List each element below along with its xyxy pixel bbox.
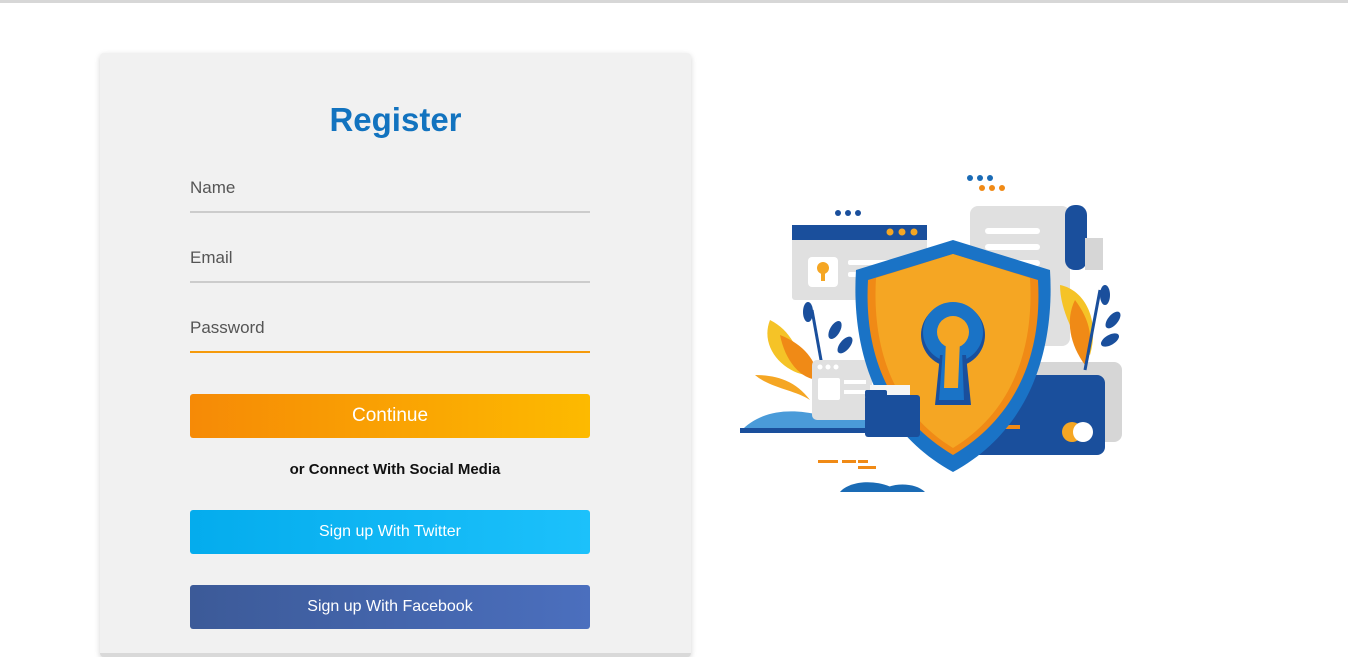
social-connect-text: or Connect With Social Media — [289, 461, 501, 478]
email-field-wrapper — [190, 235, 590, 283]
twitter-signup-button[interactable]: Sign up With Twitter — [190, 510, 590, 554]
name-input[interactable] — [190, 165, 590, 213]
page-title: Register — [329, 101, 462, 138]
facebook-signup-button[interactable]: Sign up With Facebook — [190, 585, 590, 629]
profile-card-icon — [812, 360, 872, 420]
register-card: Register Continue or Connect With Social… — [100, 53, 691, 657]
name-field-wrapper — [190, 165, 590, 213]
email-input[interactable] — [190, 235, 590, 283]
password-field-wrapper — [190, 305, 590, 353]
top-divider — [0, 0, 1348, 3]
continue-button[interactable]: Continue — [190, 394, 590, 438]
password-input[interactable] — [190, 305, 590, 353]
security-shield-keyhole-icon — [740, 175, 1122, 492]
